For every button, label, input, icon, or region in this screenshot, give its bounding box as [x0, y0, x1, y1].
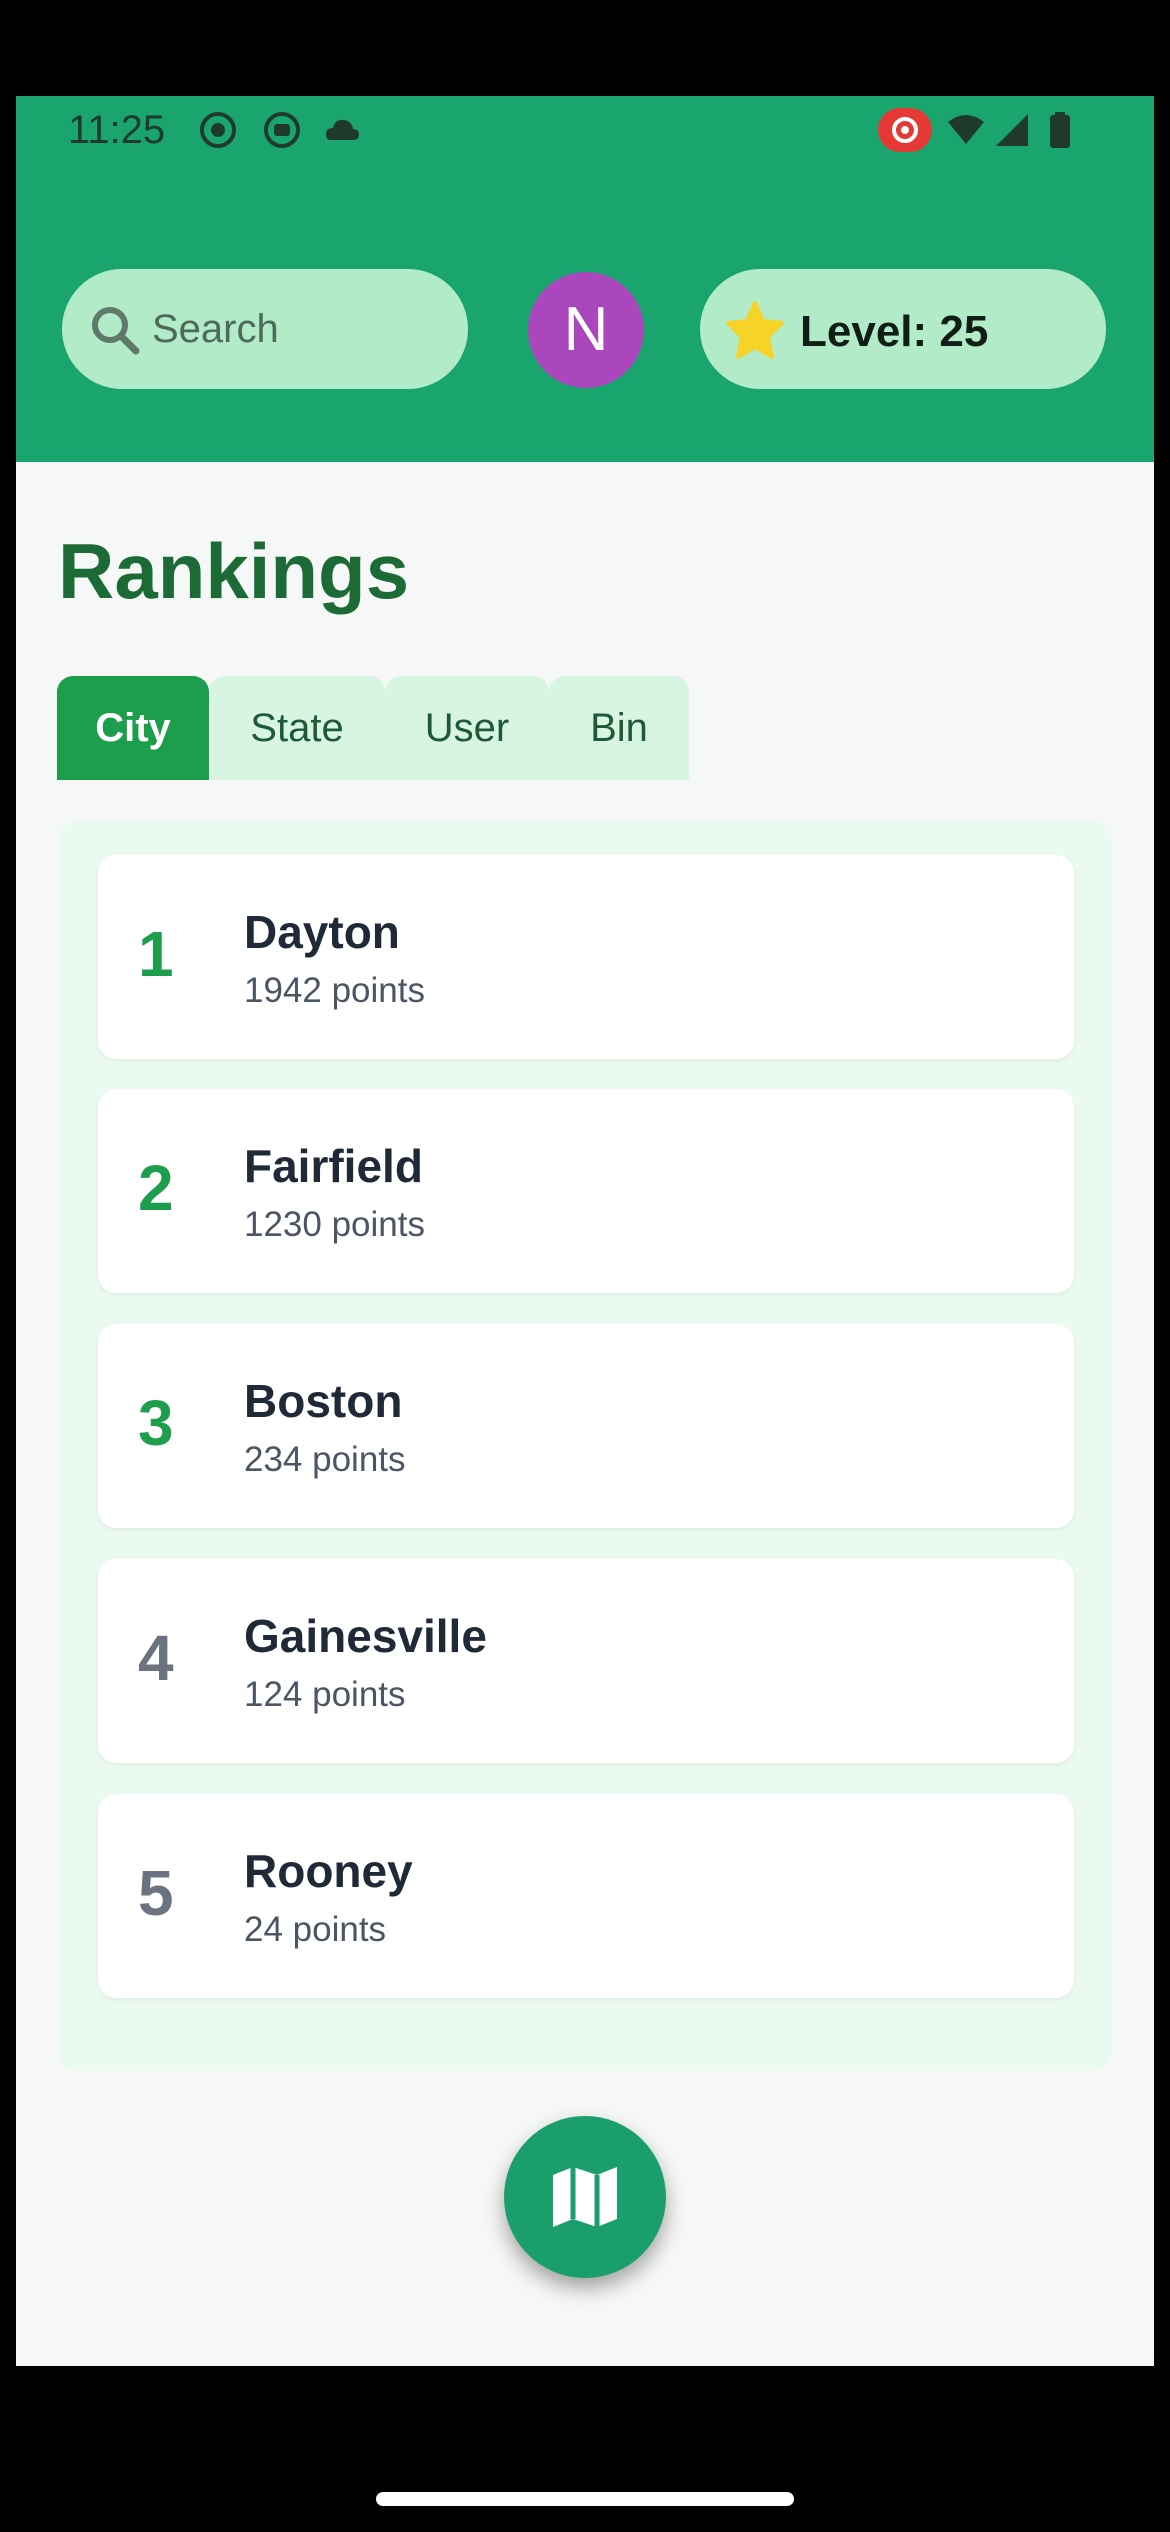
city-name: Rooney — [244, 1845, 413, 1897]
city-points: 234 points — [244, 1440, 406, 1479]
city-name: Dayton — [244, 906, 400, 958]
tab-bin[interactable]: Bin — [549, 676, 689, 780]
tab-state[interactable]: State — [209, 676, 385, 780]
list-item[interactable]: 2 Fairfield 1230 points — [98, 1089, 1074, 1293]
cast-icon — [878, 108, 932, 152]
rank-number: 4 — [138, 1622, 174, 1694]
system-nav-handle[interactable] — [376, 2492, 794, 2506]
city-points: 24 points — [244, 1910, 387, 1949]
page-title: Rankings — [58, 527, 410, 615]
tab-city[interactable]: City — [57, 676, 209, 780]
star-icon — [726, 301, 784, 359]
status-bar: 11:25 — [16, 96, 1154, 166]
search-icon — [92, 307, 140, 355]
rank-number: 3 — [138, 1387, 174, 1459]
app-screen: 11:25 Search N Level: 25 Rankings City S… — [16, 96, 1154, 2366]
list-item[interactable]: 4 Gainesville 124 points — [98, 1559, 1074, 1763]
tab-user[interactable]: User — [385, 676, 549, 780]
rank-number: 5 — [138, 1857, 174, 1929]
level-badge[interactable]: Level: 25 — [700, 269, 1106, 389]
map-icon — [553, 2167, 617, 2227]
rankings-list: 1 Dayton 1942 points 2 Fairfield 1230 po… — [58, 821, 1112, 2071]
search-bar[interactable]: Search — [62, 269, 468, 389]
level-label: Level: 25 — [800, 307, 989, 356]
city-points: 1942 points — [244, 971, 425, 1010]
city-points: 1230 points — [244, 1205, 425, 1244]
city-name: Boston — [244, 1375, 403, 1427]
robot-icon — [264, 112, 300, 148]
rank-number: 1 — [138, 918, 174, 990]
rank-number: 2 — [138, 1152, 174, 1224]
list-item[interactable]: 3 Boston 234 points — [98, 1324, 1074, 1528]
cloud-icon — [326, 119, 359, 140]
city-name: Gainesville — [244, 1610, 487, 1662]
app-header: 11:25 Search N Level: 25 — [16, 96, 1154, 462]
wifi-icon — [948, 115, 984, 144]
status-time: 11:25 — [68, 108, 166, 152]
map-button[interactable] — [504, 2116, 666, 2278]
search-placeholder: Search — [152, 307, 279, 351]
avatar[interactable]: N — [528, 272, 644, 388]
battery-icon — [1050, 112, 1070, 148]
city-name: Fairfield — [244, 1140, 423, 1192]
signal-icon — [996, 114, 1028, 146]
list-item[interactable]: 5 Rooney 24 points — [98, 1794, 1074, 1998]
list-item[interactable]: 1 Dayton 1942 points — [98, 855, 1074, 1059]
record-icon — [200, 112, 236, 148]
city-points: 124 points — [244, 1675, 406, 1714]
